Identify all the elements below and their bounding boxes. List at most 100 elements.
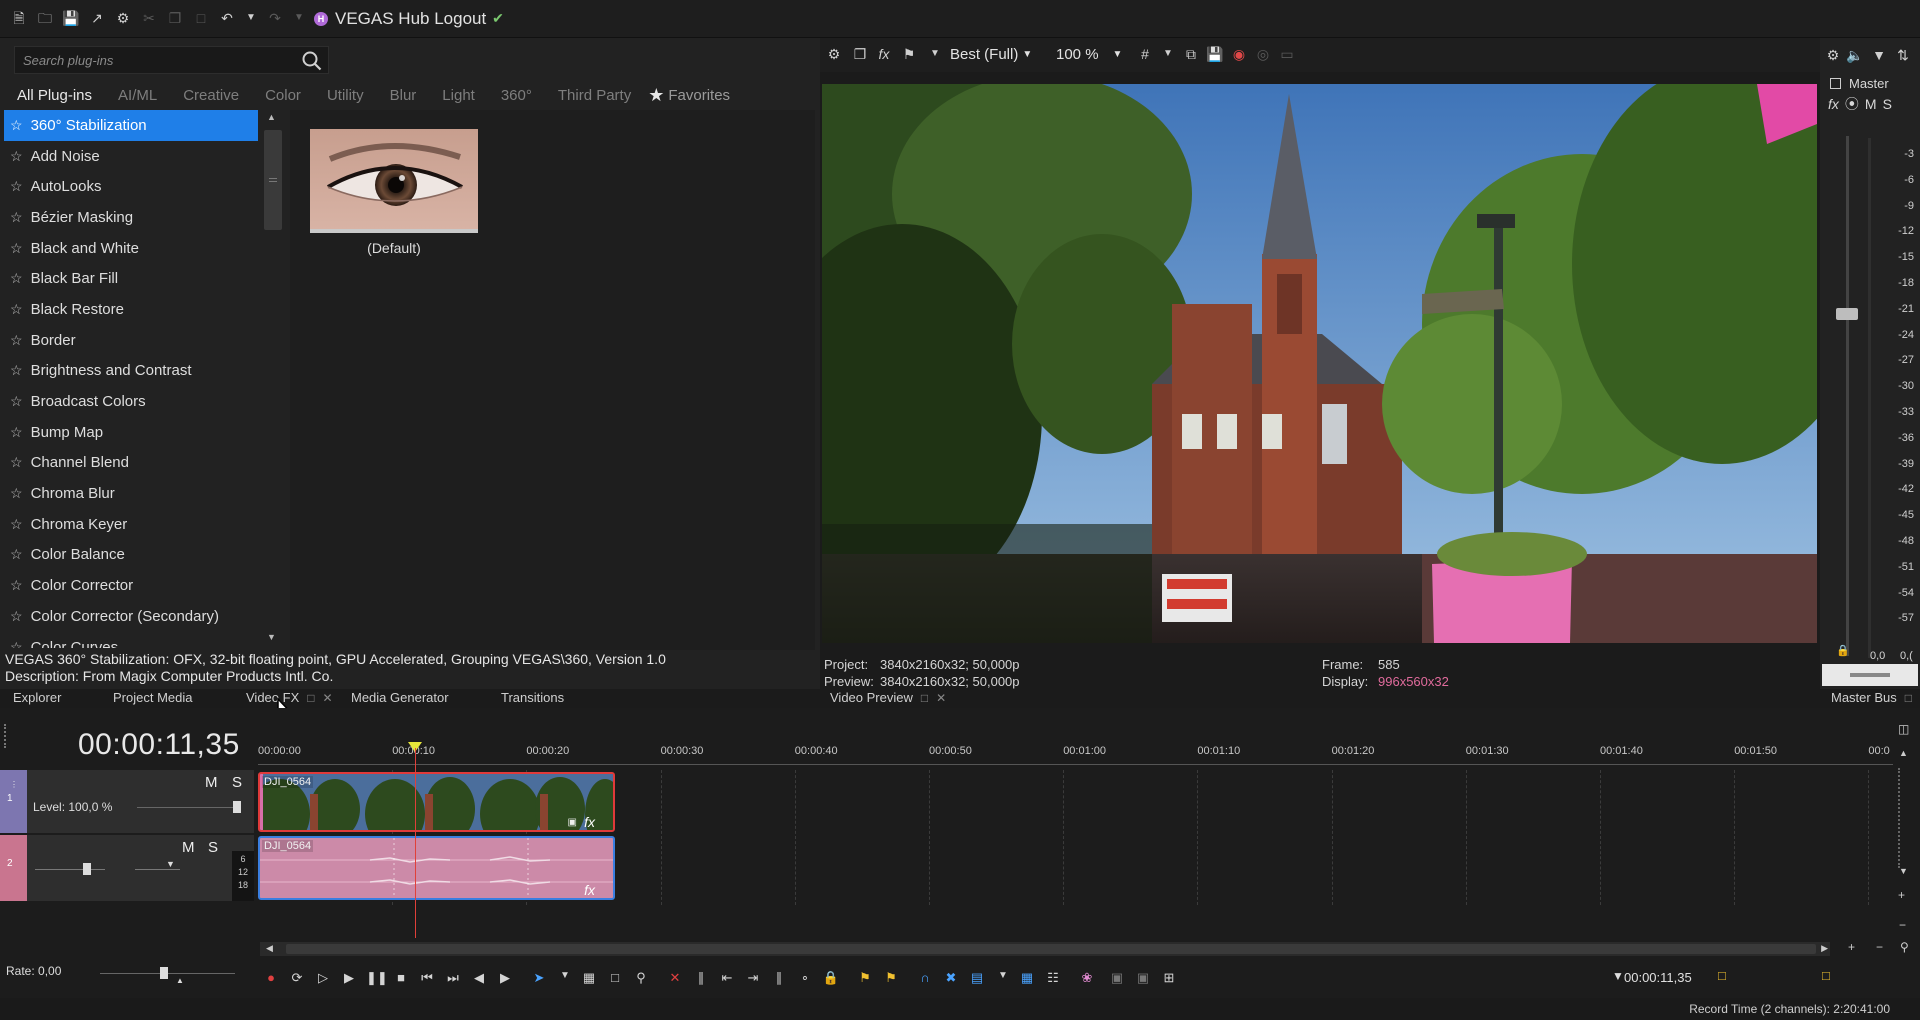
tab-video-preview[interactable]: Video Preview □ ✕ bbox=[830, 690, 946, 705]
close-icon[interactable]: ✕ bbox=[936, 691, 946, 705]
auto-crossfade-icon[interactable]: ✖ bbox=[942, 970, 960, 986]
marker-icon[interactable]: ⚑ bbox=[856, 970, 874, 986]
edit-tool-dropdown-icon[interactable]: ▼ bbox=[556, 970, 574, 981]
new-file-icon[interactable]: 🗎 bbox=[10, 9, 28, 27]
favorite-star-icon[interactable]: ☆ bbox=[10, 178, 23, 195]
scroll-up-icon[interactable]: ▲ bbox=[267, 112, 276, 122]
grid-dropdown-icon[interactable]: ▼ bbox=[1159, 45, 1177, 63]
zoom-tool-icon[interactable]: ⚲ bbox=[632, 970, 650, 986]
tab-all-plugins[interactable]: All Plug-ins bbox=[8, 85, 101, 106]
lock-envelopes-icon[interactable]: ▦ bbox=[1018, 970, 1036, 986]
favorite-star-icon[interactable]: ☆ bbox=[10, 424, 23, 441]
crop-icon[interactable]: ▣ bbox=[568, 817, 577, 828]
clip-fx-icon[interactable]: fx bbox=[584, 882, 595, 898]
tab-light[interactable]: Light bbox=[433, 85, 484, 106]
tab-favorites[interactable]: ★ Favorites bbox=[648, 85, 730, 106]
track-2-mute-button[interactable]: M bbox=[182, 839, 195, 856]
undock-icon[interactable]: □ bbox=[1905, 691, 1912, 705]
trim-icon[interactable]: ∥ bbox=[692, 970, 710, 986]
trim-start-icon[interactable]: ⇤ bbox=[718, 970, 736, 986]
zoom-in-icon[interactable]: + bbox=[1898, 888, 1905, 902]
track-2-solo-button[interactable]: S bbox=[208, 839, 218, 856]
plugin-item[interactable]: ☆ Chroma Blur bbox=[4, 478, 260, 509]
scroll-down-icon[interactable]: ▼ bbox=[1899, 866, 1908, 876]
close-icon[interactable]: ✕ bbox=[323, 691, 333, 705]
save-snapshot-icon[interactable]: 💾 bbox=[1206, 45, 1224, 63]
plugin-item[interactable]: ☆ Broadcast Colors bbox=[4, 386, 260, 417]
plugin-item[interactable]: ☆ 360° Stabilization bbox=[4, 110, 258, 141]
plugin-item[interactable]: ☆ Bézier Masking bbox=[4, 202, 260, 233]
undo-history-icon[interactable]: ▼ bbox=[242, 9, 260, 27]
volume-slider-handle[interactable] bbox=[83, 863, 91, 875]
envelope-tool-icon[interactable]: ▦ bbox=[580, 970, 598, 986]
tab-third-party[interactable]: Third Party bbox=[549, 85, 640, 106]
plugin-item[interactable]: ☆ Color Corrector (Secondary) bbox=[4, 601, 260, 632]
favorite-star-icon[interactable]: ☆ bbox=[10, 516, 23, 533]
paste-icon[interactable]: □ bbox=[192, 9, 210, 27]
level-slider-handle[interactable] bbox=[233, 801, 241, 813]
copy-icon[interactable]: ❐ bbox=[166, 9, 184, 27]
plugin-list-scroll-thumb[interactable] bbox=[264, 130, 282, 230]
pan-slider-handle[interactable]: ▼ bbox=[166, 859, 175, 869]
stop-icon[interactable]: ■ bbox=[392, 970, 410, 985]
preview-zoom-select[interactable]: 100 % ▼ bbox=[1056, 46, 1122, 63]
timeline-options-icon[interactable]: ◫ bbox=[1898, 722, 1909, 736]
next-frame-icon[interactable]: ▶ bbox=[496, 970, 514, 986]
horizontal-scroll-thumb[interactable] bbox=[286, 944, 1816, 954]
favorite-star-icon[interactable]: ☆ bbox=[10, 240, 23, 257]
favorite-star-icon[interactable]: ☆ bbox=[10, 577, 23, 594]
playhead[interactable] bbox=[415, 748, 416, 938]
selection-tool-icon[interactable]: □ bbox=[606, 970, 624, 985]
audio-clip[interactable]: DJI_0564 fx bbox=[258, 836, 615, 900]
scroll-up-icon[interactable]: ▲ bbox=[1899, 748, 1908, 758]
tab-color[interactable]: Color bbox=[256, 85, 310, 106]
favorite-star-icon[interactable]: ☆ bbox=[10, 117, 23, 134]
event-fx-icon[interactable]: ☷ bbox=[1044, 970, 1062, 986]
go-to-start-icon[interactable]: ⏮ bbox=[418, 970, 436, 986]
favorite-star-icon[interactable]: ☆ bbox=[10, 608, 23, 625]
plugin-item[interactable]: ☆ Black Restore bbox=[4, 294, 260, 325]
plugin-item[interactable]: ☆ Channel Blend bbox=[4, 448, 260, 479]
favorite-star-icon[interactable]: ☆ bbox=[10, 639, 23, 648]
vegas-icon[interactable]: ◉ bbox=[1230, 45, 1248, 63]
region-icon[interactable]: ⚑ bbox=[882, 970, 900, 986]
plugin-item[interactable]: ☆ Border bbox=[4, 325, 260, 356]
settings-icon[interactable]: ⚙ bbox=[114, 9, 132, 27]
tab-ai-ml[interactable]: AI/ML bbox=[109, 85, 166, 106]
plugin-item[interactable]: ☆ Add Noise bbox=[4, 141, 260, 172]
color-match-icon[interactable]: ❀ bbox=[1078, 970, 1096, 986]
favorite-star-icon[interactable]: ☆ bbox=[10, 148, 23, 165]
plugin-item[interactable]: ☆ Bump Map bbox=[4, 417, 260, 448]
plugin-item[interactable]: ☆ Brightness and Contrast bbox=[4, 356, 260, 387]
plugin-item[interactable]: ☆ Color Corrector bbox=[4, 570, 260, 601]
tab-project-media[interactable]: Project Media bbox=[113, 690, 192, 705]
ripple-dropdown-icon[interactable]: ▼ bbox=[994, 970, 1012, 981]
tab-explorer[interactable]: Explorer bbox=[13, 690, 61, 705]
plugin-item[interactable]: ☆ AutoLooks bbox=[4, 171, 260, 202]
video-clip[interactable]: DJI_0564 ▣ fx bbox=[258, 772, 615, 832]
undock-icon[interactable]: □ bbox=[307, 691, 314, 705]
monitor-icon[interactable]: ▭ bbox=[1278, 45, 1296, 63]
trim-end-icon[interactable]: ⇥ bbox=[744, 970, 762, 986]
zoom-out-icon[interactable]: − bbox=[1899, 918, 1906, 932]
search-icon[interactable] bbox=[302, 51, 322, 71]
delete-icon[interactable]: ✕ bbox=[666, 970, 684, 986]
split-screen-icon[interactable]: ⚑ bbox=[900, 45, 918, 63]
play-icon[interactable]: ▶ bbox=[340, 970, 358, 986]
group-icon[interactable]: ▣ bbox=[1108, 970, 1126, 986]
previous-frame-icon[interactable]: ◀ bbox=[470, 970, 488, 986]
master-volume-box[interactable] bbox=[1822, 664, 1918, 686]
play-from-start-icon[interactable]: ▷ bbox=[314, 970, 332, 986]
horizontal-scrollbar[interactable]: ◀ ▶ bbox=[260, 942, 1830, 956]
track-1-mute-button[interactable]: M bbox=[205, 774, 218, 791]
plugin-item[interactable]: ☆ Black and White bbox=[4, 233, 260, 264]
favorite-star-icon[interactable]: ☆ bbox=[10, 362, 23, 379]
cut-icon[interactable]: ✂ bbox=[140, 9, 158, 27]
audio-track-header[interactable]: M S ▼ 6 12 18 bbox=[27, 835, 254, 901]
grid-icon[interactable]: # bbox=[1136, 45, 1154, 63]
fx-icon[interactable]: fx bbox=[875, 45, 893, 63]
lock-icon[interactable]: 🔒 bbox=[1836, 644, 1850, 657]
copy-snapshot-icon[interactable]: ⧉ bbox=[1182, 45, 1200, 63]
plugin-item[interactable]: ☆ Color Balance bbox=[4, 540, 260, 571]
auto-ripple-icon[interactable]: ▤ bbox=[968, 970, 986, 986]
